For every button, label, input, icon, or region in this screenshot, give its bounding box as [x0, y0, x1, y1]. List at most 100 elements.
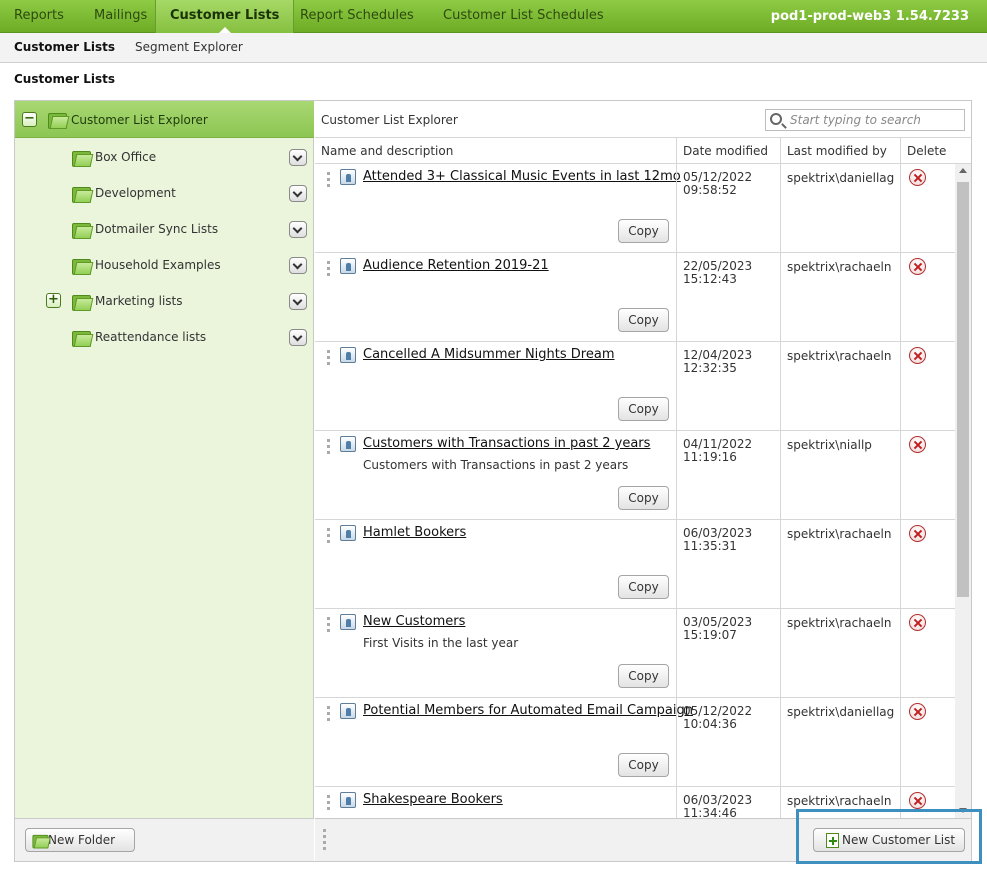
delete-cell [900, 342, 955, 431]
time-modified: 11:34:46 [683, 806, 737, 819]
folder-icon [72, 293, 91, 311]
table-row: Cancelled A Midsummer Nights Dream Copy … [315, 342, 955, 431]
delete-cell [900, 609, 955, 698]
folder-icon [72, 257, 91, 275]
tree-folder-marketing-lists[interactable]: + Marketing lists [15, 283, 314, 319]
chevron-down-icon[interactable] [289, 185, 307, 202]
tree-folder-dotmailer-sync-lists[interactable]: Dotmailer Sync Lists [15, 211, 314, 247]
last-modified-by: spektrix\daniellag [787, 171, 895, 185]
tree-folder-label: Development [95, 186, 176, 200]
subnav-customer-lists[interactable]: Customer Lists [14, 33, 115, 62]
date-modified: 06/03/2023 [683, 793, 753, 807]
chevron-down-icon[interactable] [289, 221, 307, 238]
tree-folder-label: Dotmailer Sync Lists [95, 222, 219, 236]
date-modified: 05/12/2022 [683, 170, 753, 184]
tab-customer-list-schedules[interactable]: Customer List Schedules [429, 0, 618, 33]
tree-folder-reattendance-lists[interactable]: Reattendance lists [15, 319, 314, 355]
tree-folder-household-examples[interactable]: Household Examples [15, 247, 314, 283]
list-name-link[interactable]: Customers with Transactions in past 2 ye… [363, 436, 650, 451]
drag-handle-icon[interactable] [327, 172, 330, 188]
expand-icon[interactable]: + [46, 293, 61, 308]
scroll-up-icon[interactable] [959, 168, 967, 173]
date-cell: 03/05/2023 15:19:07 [676, 609, 780, 698]
delete-cell [900, 698, 955, 787]
list-description: First Visits in the last year [363, 636, 519, 650]
table-row: Attended 3+ Classical Music Events in la… [315, 164, 955, 253]
folder-icon [32, 833, 49, 849]
delete-icon[interactable] [909, 258, 926, 275]
server-version: pod1-prod-web3 1.54.7233 [770, 9, 969, 24]
drag-handle-icon[interactable] [327, 617, 330, 633]
modified-by-cell: spektrix\rachaeln [780, 253, 900, 342]
copy-button[interactable]: Copy [618, 308, 669, 332]
list-name-link[interactable]: Potential Members for Automated Email Ca… [363, 703, 693, 718]
list-name-link[interactable]: Hamlet Bookers [363, 525, 466, 540]
delete-icon[interactable] [909, 614, 926, 631]
tab-report-schedules[interactable]: Report Schedules [286, 0, 428, 33]
drag-handle-icon[interactable] [327, 439, 330, 455]
delete-icon[interactable] [909, 169, 926, 186]
name-cell: Customers with Transactions in past 2 ye… [315, 431, 676, 520]
new-folder-button[interactable]: New Folder [25, 828, 135, 852]
copy-button[interactable]: Copy [618, 575, 669, 599]
date-cell: 06/03/2023 11:34:46 [676, 787, 780, 818]
collapse-icon[interactable]: − [22, 112, 37, 127]
search-input[interactable]: Start typing to search [765, 109, 965, 131]
column-header-date[interactable]: Date modified [676, 138, 780, 164]
delete-cell [900, 164, 955, 253]
time-modified: 11:35:31 [683, 539, 737, 553]
copy-button[interactable]: Copy [618, 219, 669, 243]
scrollbar-thumb[interactable] [957, 182, 969, 597]
name-cell: New Customers First Visits in the last y… [315, 609, 676, 698]
list-name-link[interactable]: Cancelled A Midsummer Nights Dream [363, 347, 614, 362]
tab-customer-lists[interactable]: Customer Lists [155, 0, 295, 33]
modified-by-cell: spektrix\rachaeln [780, 520, 900, 609]
drag-handle-icon[interactable] [327, 706, 330, 722]
drag-handle-icon[interactable] [327, 350, 330, 366]
delete-icon[interactable] [909, 792, 926, 809]
folder-icon [72, 185, 91, 203]
name-cell: Shakespeare Bookers Copy [315, 787, 676, 818]
list-scrollbar[interactable] [955, 164, 971, 818]
tab-mailings[interactable]: Mailings [80, 0, 161, 33]
delete-icon[interactable] [909, 703, 926, 720]
chevron-down-icon[interactable] [289, 149, 307, 166]
drag-handle-icon[interactable] [327, 795, 330, 811]
chevron-down-icon[interactable] [289, 293, 307, 310]
name-cell: Audience Retention 2019-21 Copy [315, 253, 676, 342]
tree-folder-box-office[interactable]: Box Office [15, 139, 314, 175]
list-name-link[interactable]: Shakespeare Bookers [363, 792, 503, 807]
date-modified: 06/03/2023 [683, 526, 753, 540]
chevron-down-icon[interactable] [289, 257, 307, 274]
copy-button[interactable]: Copy [618, 664, 669, 688]
delete-icon[interactable] [909, 347, 926, 364]
list-name-link[interactable]: New Customers [363, 614, 465, 629]
tree-folder-development[interactable]: Development [15, 175, 314, 211]
name-cell: Attended 3+ Classical Music Events in la… [315, 164, 681, 253]
drag-handle-icon[interactable] [327, 528, 330, 544]
copy-button[interactable]: Copy [618, 753, 669, 777]
delete-icon[interactable] [909, 525, 926, 542]
drag-handle-icon[interactable] [327, 261, 330, 277]
list-table-body: Attended 3+ Classical Music Events in la… [315, 164, 955, 818]
folder-icon [72, 221, 91, 239]
copy-button[interactable]: Copy [618, 486, 669, 510]
drag-handle-icon[interactable] [323, 829, 326, 851]
date-cell: 22/05/2023 15:12:43 [676, 253, 780, 342]
delete-icon[interactable] [909, 436, 926, 453]
modified-by-cell: spektrix\daniellag [780, 164, 900, 253]
time-modified: 11:19:16 [683, 450, 737, 464]
modified-by-cell: spektrix\rachaeln [780, 342, 900, 431]
tree-root[interactable]: − Customer List Explorer [15, 101, 314, 138]
list-name-link[interactable]: Audience Retention 2019-21 [363, 258, 549, 273]
tab-reports[interactable]: Reports [0, 0, 78, 33]
copy-button[interactable]: Copy [618, 397, 669, 421]
table-row: Audience Retention 2019-21 Copy 22/05/20… [315, 253, 955, 342]
column-header-name[interactable]: Name and description [315, 138, 676, 164]
column-header-modified-by[interactable]: Last modified by [780, 138, 900, 164]
list-name-link[interactable]: Attended 3+ Classical Music Events in la… [363, 169, 681, 184]
customer-list-icon [340, 258, 356, 274]
subnav-segment-explorer[interactable]: Segment Explorer [135, 33, 243, 62]
last-modified-by: spektrix\rachaeln [787, 616, 892, 630]
chevron-down-icon[interactable] [289, 329, 307, 346]
